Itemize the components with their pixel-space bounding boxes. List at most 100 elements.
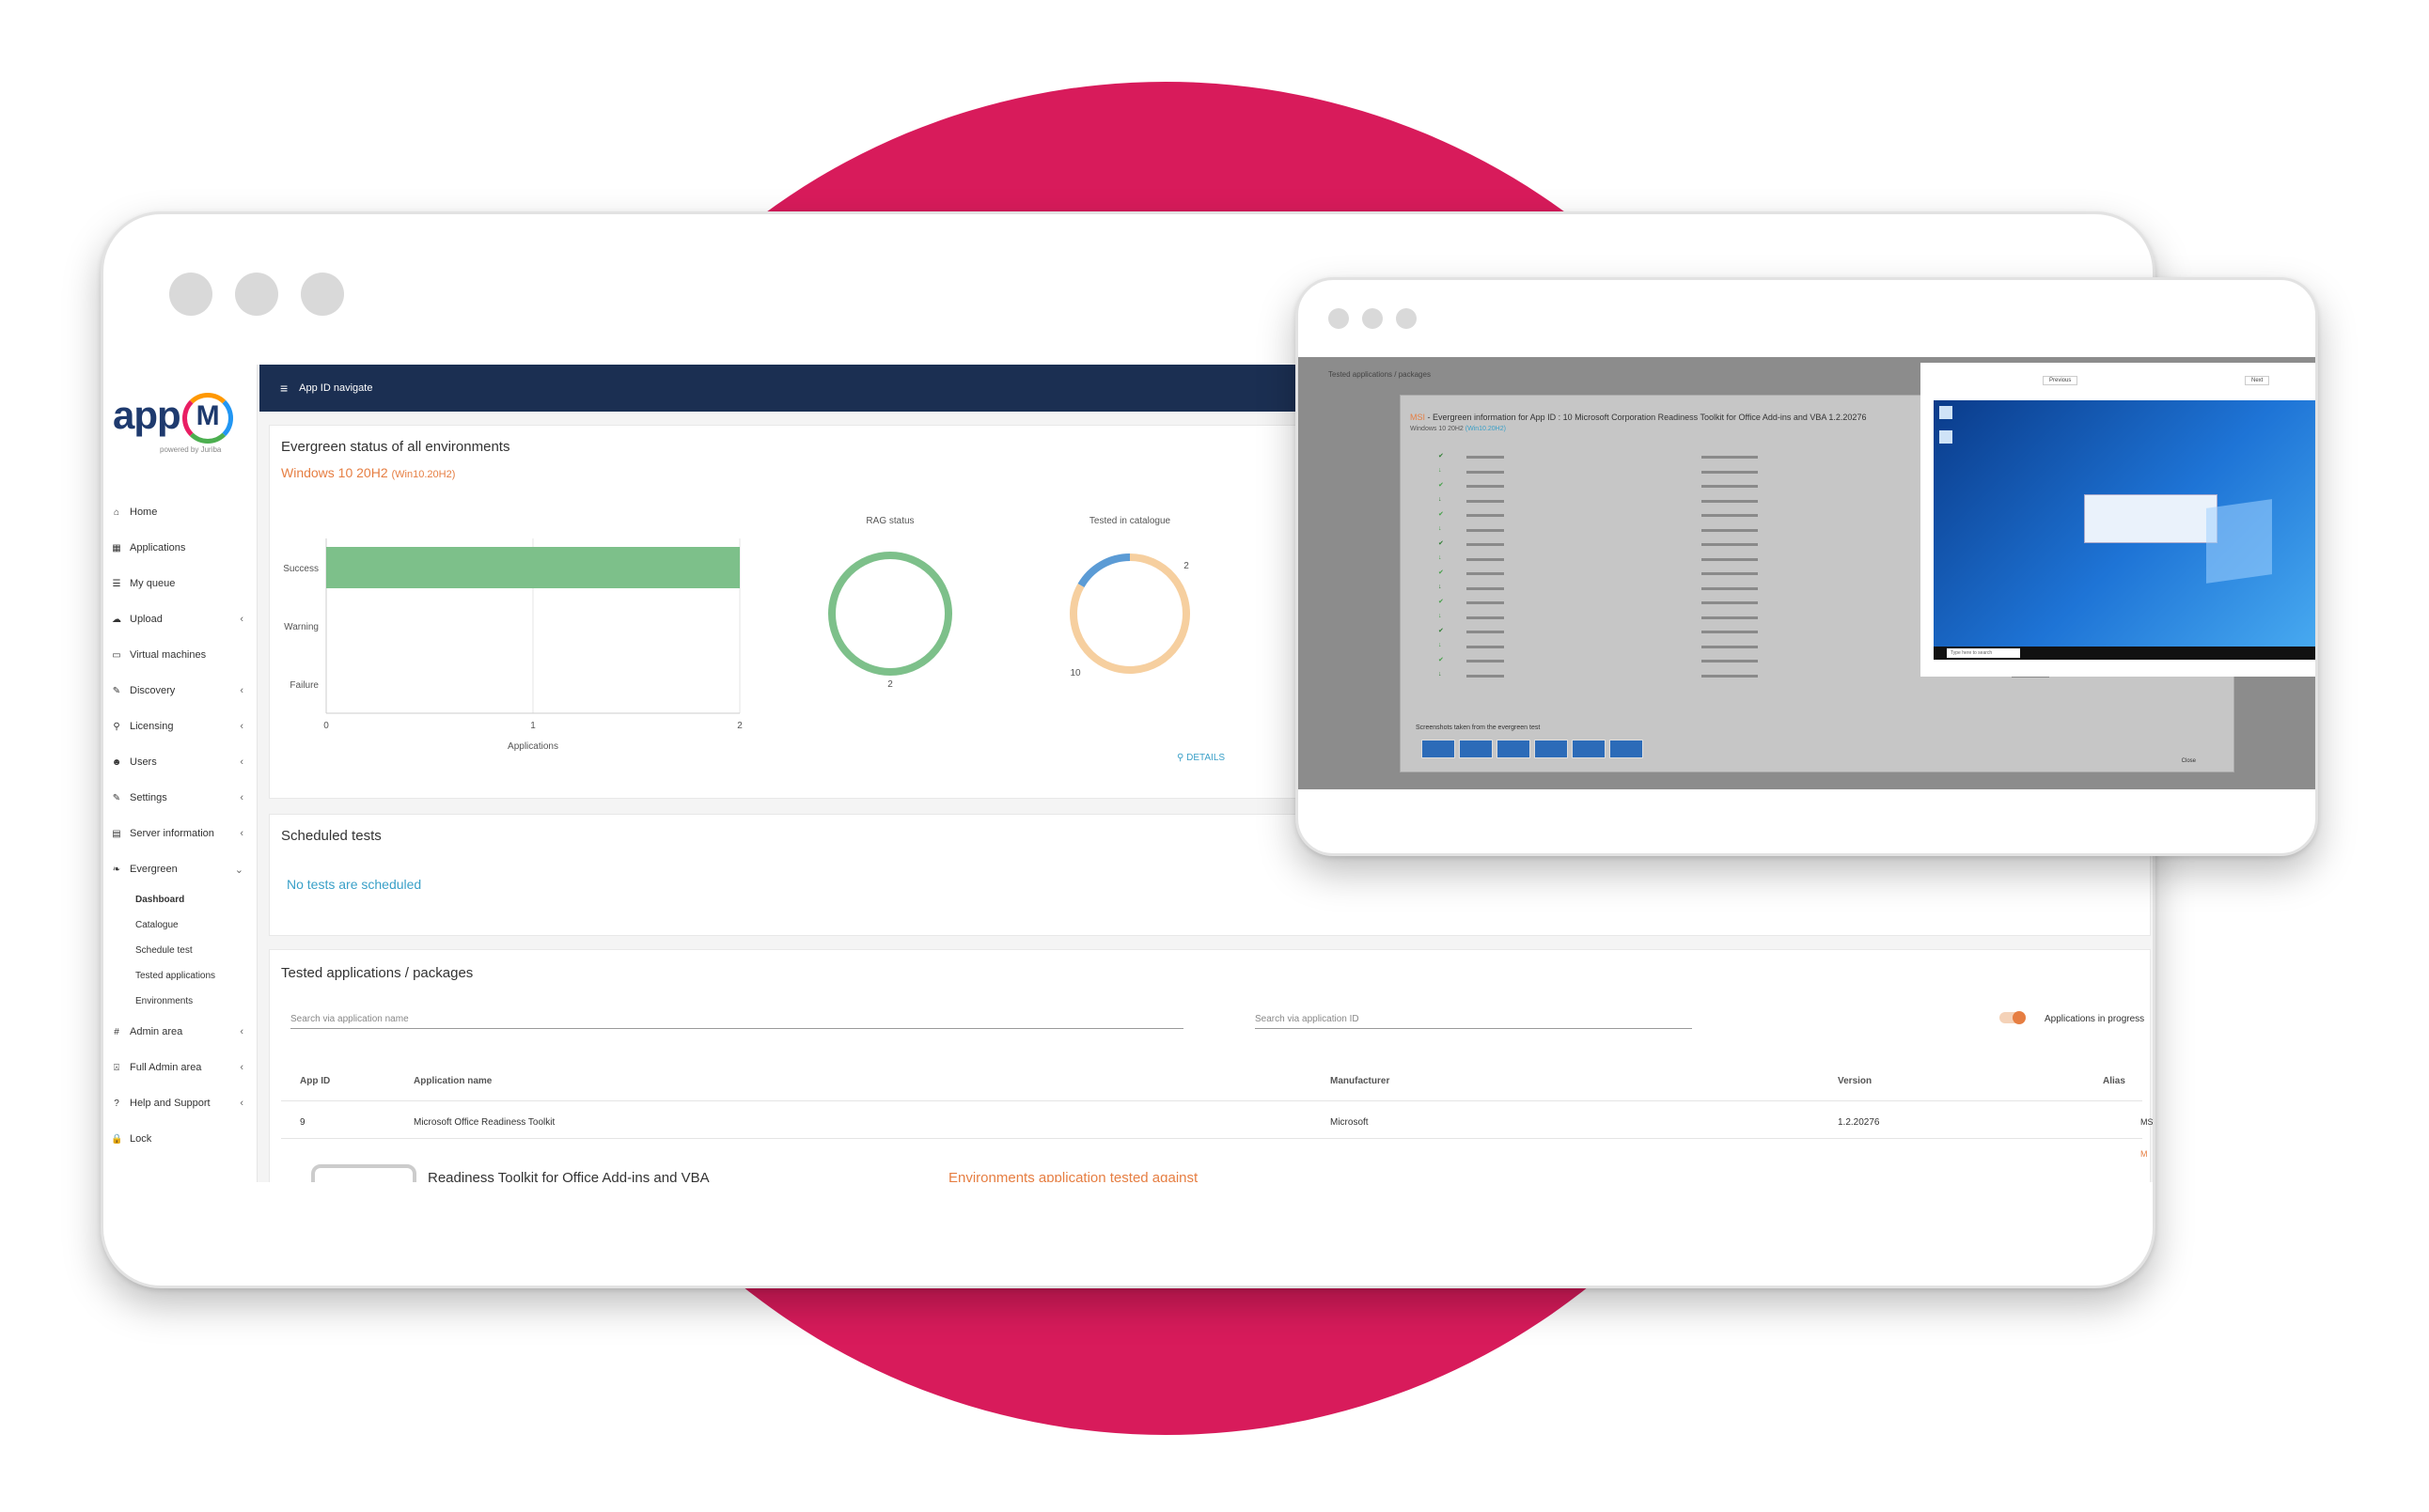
window-dot[interactable]	[1328, 308, 1349, 329]
screenshot-thumbnail[interactable]	[1421, 740, 1455, 758]
env-code: (Win10.20H2)	[391, 469, 456, 480]
status-icon: ✔	[1438, 482, 1444, 489]
window-controls	[169, 273, 344, 316]
modal-env-name: Windows 10 20H2	[1410, 426, 1464, 432]
taskbar-search[interactable]: Type here to search	[1947, 648, 2020, 658]
log-field	[1701, 514, 1758, 517]
desktop-icon	[1939, 430, 1952, 444]
window-dot[interactable]	[235, 273, 278, 316]
x-tick-label: 0	[323, 721, 329, 731]
screenshot-thumbnail[interactable]	[1534, 740, 1568, 758]
sidebar-item-label: Admin area	[130, 1026, 183, 1037]
sidebar-subitem-dashboard[interactable]: Dashboard	[103, 887, 257, 912]
row-type-tag: MS	[2140, 1117, 2153, 1127]
sidebar-subitem-catalogue[interactable]: Catalogue	[103, 912, 257, 938]
sidebar-item-server-information[interactable]: ▤ Server information ‹	[103, 816, 257, 851]
sidebar-item-virtual-machines[interactable]: ▭ Virtual machines	[103, 637, 257, 673]
window-dot[interactable]	[169, 273, 212, 316]
status-icon: ↓	[1438, 612, 1442, 619]
details-link[interactable]: ⚲ DETAILS	[1177, 753, 1225, 763]
sidebar-item-help-and-support[interactable]: ? Help and Support ‹	[103, 1085, 257, 1121]
screenshot-thumbnail[interactable]	[1572, 740, 1606, 758]
status-icon: ✔	[1438, 628, 1444, 634]
log-field	[1701, 528, 1758, 532]
logo-text: app	[113, 393, 181, 437]
menu-icon[interactable]: ≡	[280, 381, 288, 396]
status-icon: ↓	[1438, 495, 1442, 503]
log-field	[1466, 572, 1504, 575]
next-button[interactable]: Next	[2245, 376, 2270, 385]
sidebar-item-evergreen[interactable]: ❧ Evergreen ⌄	[103, 851, 257, 887]
cloud-upload-icon: ☁	[112, 614, 121, 625]
windows-desktop	[1934, 400, 2315, 647]
sidebar-item-settings[interactable]: ✎ Settings ‹	[103, 780, 257, 816]
log-field	[1466, 557, 1504, 561]
sidebar-subitem-environments[interactable]: Environments	[103, 989, 257, 1014]
log-field	[1701, 586, 1758, 590]
sidebar-item-discovery[interactable]: ✎ Discovery ‹	[103, 673, 257, 709]
col-alias[interactable]: Alias	[2103, 1076, 2125, 1086]
chevron-icon: ‹	[240, 685, 243, 696]
monitor-icon: ▭	[112, 649, 121, 661]
sidebar-item-upload[interactable]: ☁ Upload ‹	[103, 601, 257, 637]
sidebar-item-licensing[interactable]: ⚲ Licensing ‹	[103, 709, 257, 744]
previous-button[interactable]: Previous	[2043, 376, 2078, 385]
sidebar-item-label: Help and Support	[130, 1098, 211, 1109]
log-field	[1466, 528, 1504, 532]
sidebar-item-label: Settings	[130, 792, 167, 803]
sidebar-item-home[interactable]: ⌂ Home	[103, 494, 257, 530]
chevron-icon: ‹	[240, 1098, 243, 1109]
search-id-input[interactable]: Search via application ID	[1255, 1014, 1692, 1029]
log-field	[1701, 601, 1758, 604]
sidebar-item-label: Home	[130, 507, 158, 518]
app-thumbnail	[311, 1164, 416, 1182]
env-name: Windows 10 20H2	[281, 465, 388, 480]
window-dot[interactable]	[1396, 308, 1417, 329]
modal-env-code: (Win10.20H2)	[1465, 426, 1506, 432]
wand-icon: ✎	[112, 685, 121, 696]
donut-slice	[828, 552, 952, 676]
sidebar-item-label: Evergreen	[130, 864, 178, 875]
search-name-input[interactable]: Search via application name	[290, 1014, 1183, 1029]
chart-title: RAG status	[866, 516, 914, 526]
col-app-id[interactable]: App ID	[300, 1076, 330, 1086]
sidebar-subitem-tested-applications[interactable]: Tested applications	[103, 963, 257, 989]
list-icon: ☰	[112, 578, 121, 589]
close-button[interactable]: Close	[2182, 758, 2196, 764]
sidebar-item-users[interactable]: ☻ Users ‹	[103, 744, 257, 780]
col-version[interactable]: Version	[1838, 1076, 1872, 1086]
col-application-name[interactable]: Application name	[414, 1076, 492, 1086]
popup-screenshot: Tested applications / packages MSI - Eve…	[1298, 357, 2315, 789]
tested-in-catalogue-donut: Tested in catalogue 10 2	[1070, 516, 1190, 678]
sidebar-item-admin-area[interactable]: # Admin area ‹	[103, 1014, 257, 1050]
sidebar-item-my-queue[interactable]: ☰ My queue	[103, 566, 257, 601]
screenshot-thumbnail[interactable]	[1609, 740, 1643, 758]
sidebar-subitem-schedule-test[interactable]: Schedule test	[103, 938, 257, 963]
screenshot-thumbnail[interactable]	[1497, 740, 1530, 758]
status-icon: ✔	[1438, 511, 1444, 518]
screenshot-thumbnail[interactable]	[1459, 740, 1493, 758]
desktop-icon	[1939, 406, 1952, 419]
sidebar-item-label: Discovery	[130, 685, 176, 696]
log-field	[1466, 674, 1504, 678]
table-divider	[281, 1138, 2142, 1139]
tested-applications-card: Tested applications / packages Search vi…	[269, 949, 2153, 1182]
log-field	[1701, 616, 1758, 619]
log-field	[1701, 645, 1758, 648]
sidebar-item-applications[interactable]: ▦ Applications	[103, 530, 257, 566]
sidebar-item-full-admin-area[interactable]: ⍓ Full Admin area ‹	[103, 1050, 257, 1085]
appm-logo[interactable]: app M	[113, 393, 233, 444]
empty-schedule-text: No tests are scheduled	[287, 877, 422, 892]
applications-in-progress-toggle[interactable]	[1999, 1011, 2026, 1024]
window-dot[interactable]	[301, 273, 344, 316]
chevron-icon: ‹	[240, 1062, 243, 1073]
lock-icon: 🔒	[111, 1133, 123, 1145]
window-dot[interactable]	[1362, 308, 1383, 329]
toggle-knob	[2013, 1011, 2026, 1024]
sidebar-item-lock[interactable]: 🔒 Lock	[103, 1121, 257, 1157]
col-manufacturer[interactable]: Manufacturer	[1330, 1076, 1389, 1086]
row-app-name: Microsoft Office Readiness Toolkit	[414, 1117, 556, 1128]
data-label: 2	[887, 679, 893, 690]
environment-name[interactable]: Windows 10 20H2 (Win10.20H2)	[281, 465, 455, 480]
y-category-label: Warning	[284, 622, 319, 632]
